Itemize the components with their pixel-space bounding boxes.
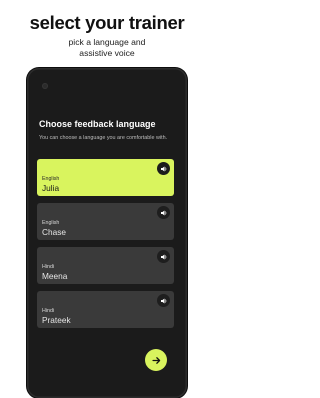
speaker-icon[interactable]: [157, 294, 170, 307]
voice-name: Meena: [42, 271, 68, 281]
voice-name: Chase: [42, 227, 66, 237]
speaker-icon[interactable]: [157, 162, 170, 175]
screen-title: Choose feedback language: [39, 119, 156, 129]
voice-language: Hindi: [42, 264, 55, 270]
voice-language: English: [42, 176, 60, 182]
camera-icon: [42, 83, 48, 89]
next-button[interactable]: [145, 349, 167, 371]
page-title: select your trainer: [29, 12, 185, 33]
speaker-icon[interactable]: [157, 250, 170, 263]
phone-mockup: Choose feedback language You can choose …: [27, 68, 187, 398]
voice-option-chase[interactable]: English Chase: [37, 203, 174, 240]
voice-option-julia[interactable]: English Julia: [37, 159, 174, 196]
voice-option-meena[interactable]: Hindi Meena: [37, 247, 174, 284]
subtitle-line-2: assistive voice: [79, 48, 135, 58]
page-subtitle: pick a language and assistive voice: [0, 37, 214, 59]
speaker-icon[interactable]: [157, 206, 170, 219]
voice-language: Hindi: [42, 308, 55, 314]
voice-name: Julia: [42, 183, 60, 193]
voice-name: Prateek: [42, 315, 71, 325]
arrow-right-icon: [151, 356, 160, 364]
voice-option-prateek[interactable]: Hindi Prateek: [37, 291, 174, 328]
subtitle-line-1: pick a language and: [68, 37, 146, 47]
screen-description: You can choose a language you are comfor…: [39, 135, 168, 141]
voice-language: English: [42, 220, 60, 226]
